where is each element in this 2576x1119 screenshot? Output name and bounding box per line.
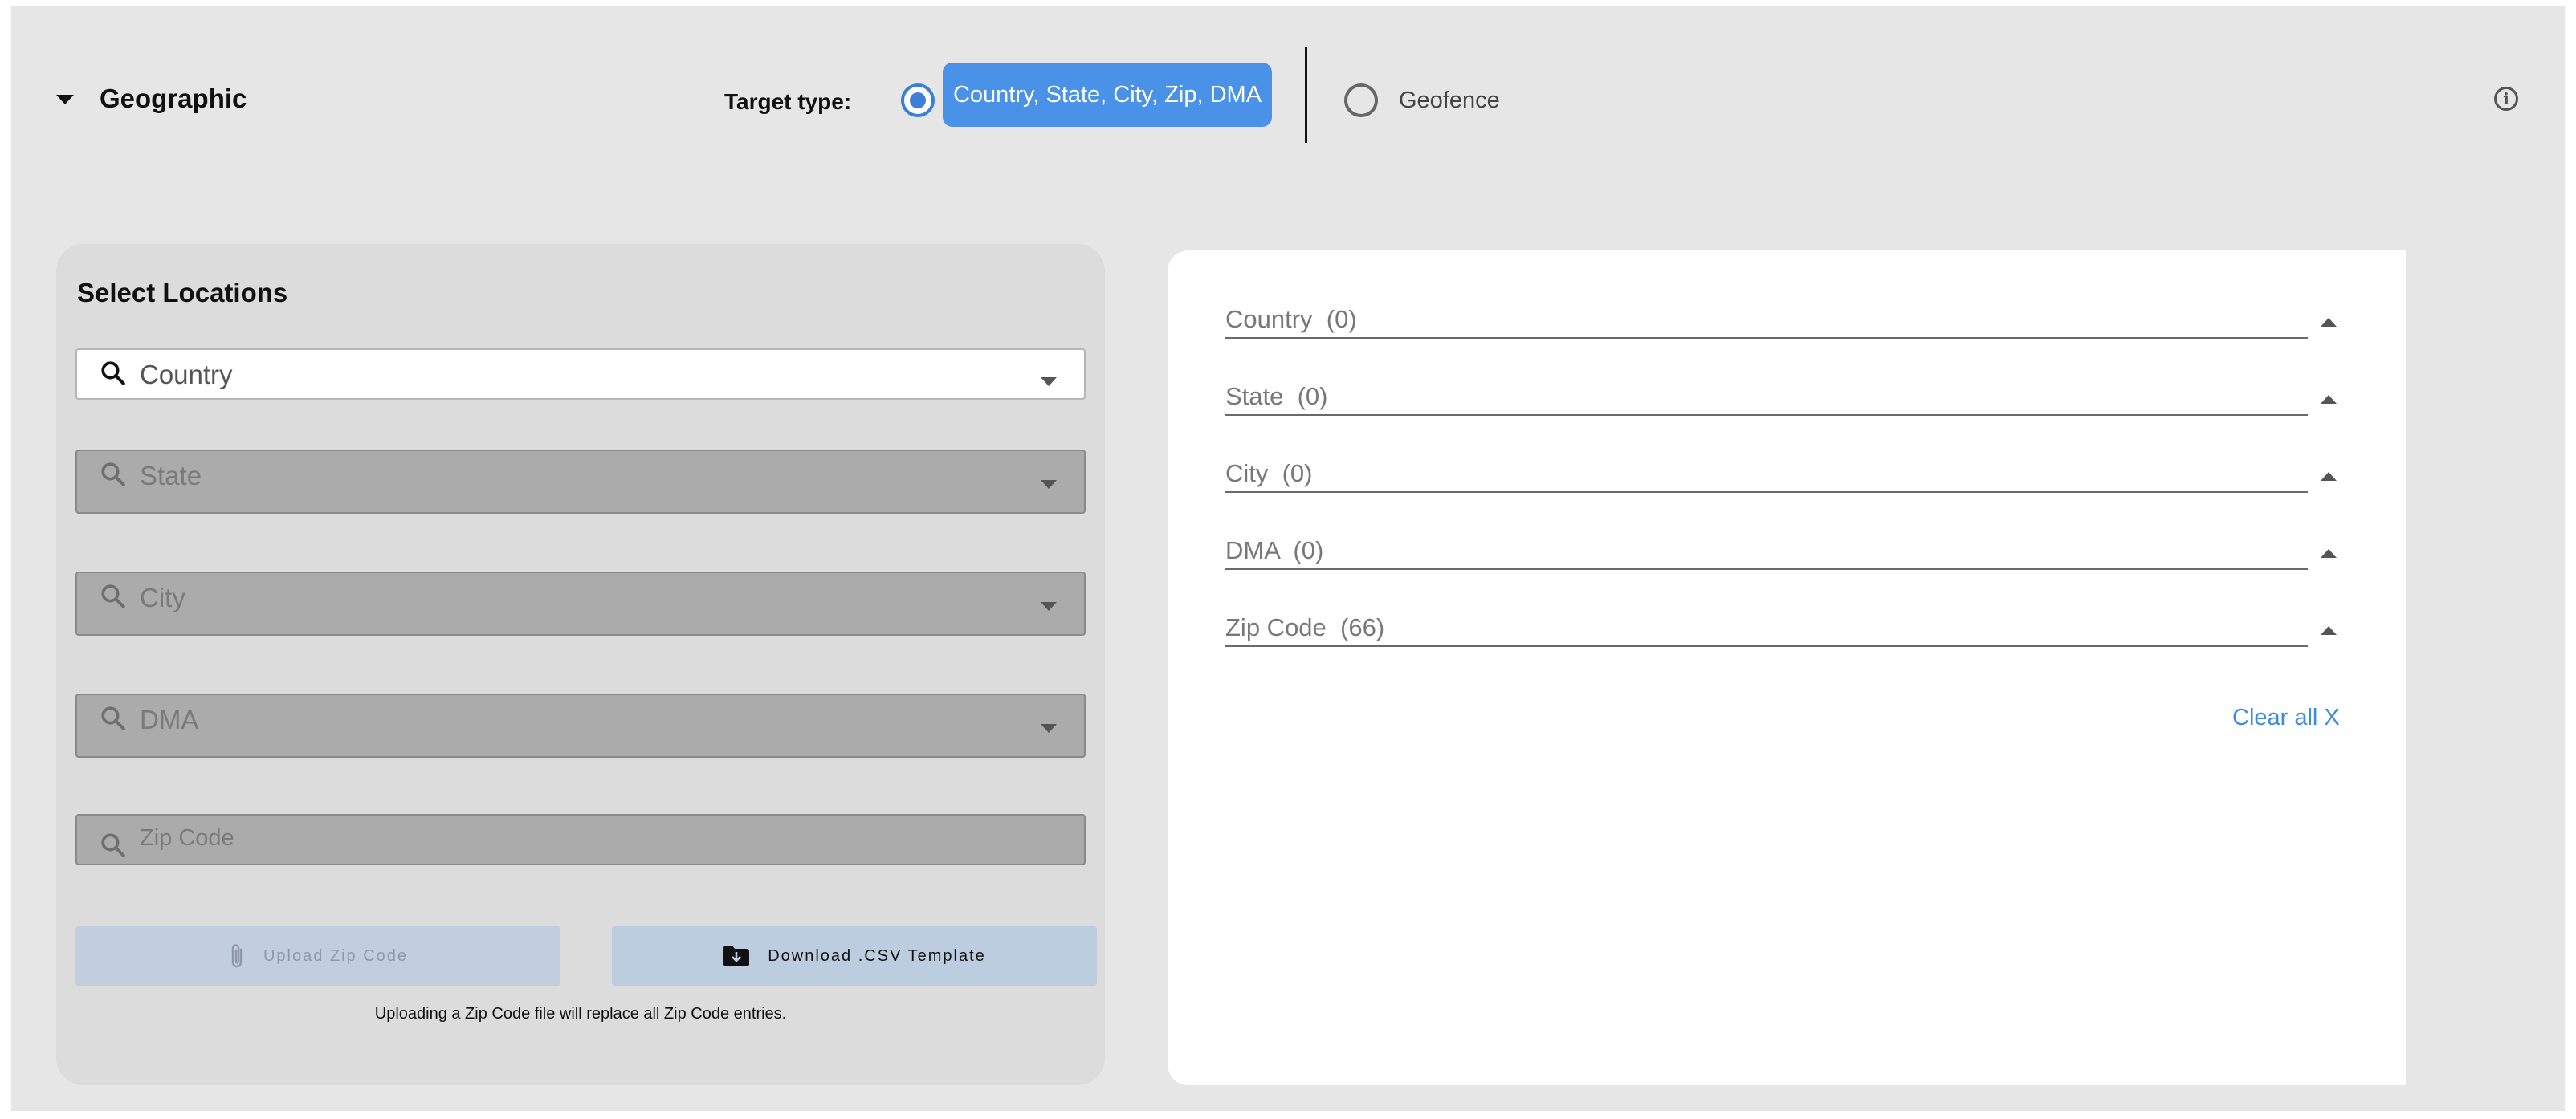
state-search-input[interactable]: State (75, 450, 1086, 514)
selected-locations-card: Country (0) State (0) City (0) DMA (0) Z… (1168, 250, 2406, 1085)
chevron-down-icon[interactable] (1041, 480, 1057, 489)
state-placeholder: State (140, 461, 202, 490)
country-placeholder: Country (140, 360, 233, 389)
accordion-state[interactable]: State (0) (1225, 380, 2308, 416)
chevron-down-icon[interactable] (1041, 602, 1057, 611)
download-csv-template-button[interactable]: Download .CSV Template (612, 926, 1097, 986)
chevron-up-icon[interactable] (2321, 626, 2337, 635)
search-icon (101, 462, 125, 486)
accordion-city[interactable]: City (0) (1225, 458, 2308, 493)
folder-download-icon (723, 946, 750, 966)
accordion-dma-label: DMA (0) (1225, 536, 1324, 564)
accordion-country[interactable]: Country (0) (1225, 303, 2308, 339)
accordion-zip-code-label: Zip Code (66) (1225, 613, 1385, 641)
search-icon (101, 706, 125, 730)
radio-country-state-city[interactable] (901, 83, 935, 117)
clear-all-link[interactable]: Clear all X (2232, 705, 2340, 731)
upload-zip-code-button[interactable]: Upload Zip Code (75, 926, 560, 986)
section-title: Geographic (100, 83, 247, 113)
download-csv-template-label: Download .CSV Template (768, 946, 986, 965)
zip-code-input[interactable]: Zip Code (75, 814, 1086, 865)
target-option-country-state-city[interactable]: Country, State, City, Zip, DMA (943, 63, 1272, 127)
accordion-dma[interactable]: DMA (0) (1225, 535, 2308, 570)
chevron-up-icon[interactable] (2321, 318, 2337, 327)
search-icon (101, 584, 125, 608)
country-search-input[interactable]: Country (75, 348, 1086, 400)
divider (1305, 47, 1307, 143)
dma-placeholder: DMA (140, 705, 199, 734)
accordion-country-label: Country (0) (1225, 305, 1357, 333)
target-option-geofence[interactable]: Geofence (1399, 87, 1500, 114)
search-icon (101, 361, 125, 385)
paperclip-icon (231, 944, 243, 968)
chevron-up-icon[interactable] (2321, 472, 2337, 481)
geographic-panel: Geographic Target type: Country, State, … (11, 6, 2565, 1111)
chevron-up-icon[interactable] (2321, 549, 2337, 558)
chevron-up-icon[interactable] (2321, 395, 2337, 404)
select-locations-card: Select Locations Country State City DMA … (56, 244, 1105, 1085)
radio-geofence[interactable] (1344, 83, 1378, 117)
upload-zip-code-label: Upload Zip Code (263, 946, 409, 965)
target-type-label: Target type: (724, 89, 852, 114)
upload-note: Uploading a Zip Code file will replace a… (374, 1005, 787, 1023)
dma-search-input[interactable]: DMA (75, 694, 1086, 758)
info-icon[interactable]: i (2494, 87, 2518, 111)
select-locations-title: Select Locations (77, 278, 288, 307)
accordion-state-label: State (0) (1225, 382, 1328, 410)
city-search-input[interactable]: City (75, 572, 1086, 636)
chevron-down-icon[interactable] (1041, 724, 1057, 733)
city-placeholder: City (140, 583, 185, 612)
accordion-city-label: City (0) (1225, 459, 1313, 487)
collapse-caret-icon[interactable] (56, 95, 74, 104)
accordion-zip-code[interactable]: Zip Code (66) (1225, 612, 2308, 647)
chevron-down-icon[interactable] (1041, 377, 1057, 386)
search-icon (101, 833, 125, 857)
zip-code-placeholder: Zip Code (140, 825, 234, 851)
